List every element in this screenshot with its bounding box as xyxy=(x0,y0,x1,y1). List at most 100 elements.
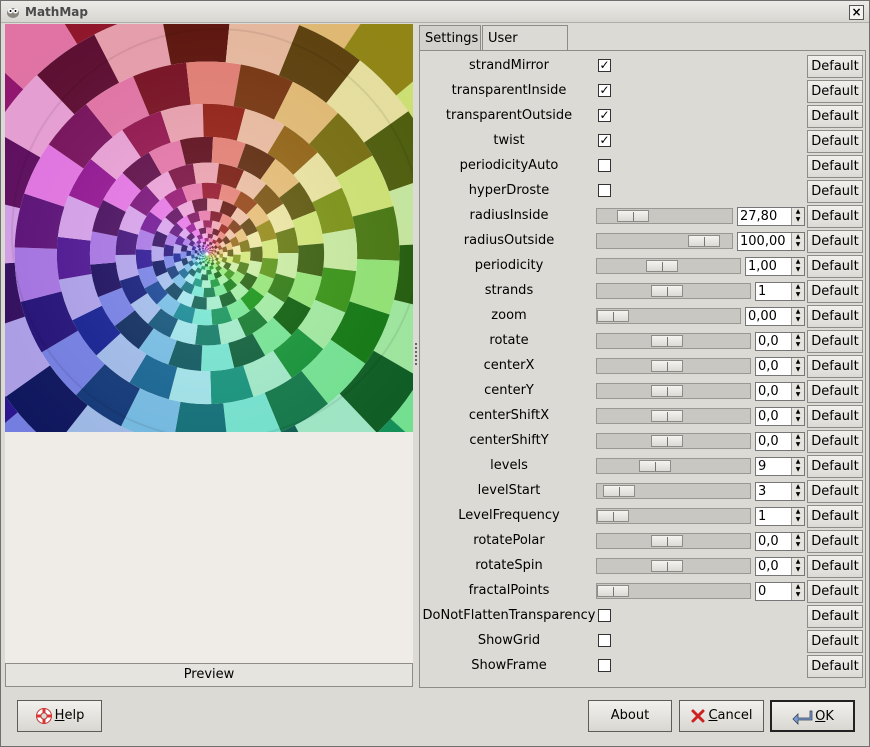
default-button[interactable]: Default xyxy=(807,480,863,503)
default-button[interactable]: Default xyxy=(807,280,863,303)
default-button[interactable]: Default xyxy=(807,555,863,578)
default-button[interactable]: Default xyxy=(807,405,863,428)
slider-thumb[interactable] xyxy=(651,360,683,372)
slider-thumb[interactable] xyxy=(597,310,629,322)
default-button[interactable]: Default xyxy=(807,205,863,228)
param-checkbox[interactable]: ✓ xyxy=(598,134,611,147)
slider-thumb[interactable] xyxy=(597,510,629,522)
param-spin-input[interactable]: 0,0 ▲ ▼ xyxy=(755,357,805,376)
default-button[interactable]: Default xyxy=(807,430,863,453)
slider-thumb[interactable] xyxy=(651,435,683,447)
param-slider[interactable] xyxy=(596,508,751,524)
slider-thumb[interactable] xyxy=(651,335,683,347)
param-slider[interactable] xyxy=(596,483,751,499)
param-slider[interactable] xyxy=(596,433,751,449)
default-button[interactable]: Default xyxy=(807,330,863,353)
param-spin-input[interactable]: 0,0 ▲ ▼ xyxy=(755,557,805,576)
param-slider[interactable] xyxy=(596,208,733,224)
slider-thumb[interactable] xyxy=(651,535,683,547)
param-checkbox[interactable] xyxy=(598,609,611,622)
param-slider[interactable] xyxy=(596,533,751,549)
param-checkbox[interactable] xyxy=(598,159,611,172)
default-button[interactable]: Default xyxy=(807,105,863,128)
param-spin-input[interactable]: 1,00 ▲ ▼ xyxy=(745,257,805,276)
slider-thumb[interactable] xyxy=(651,285,683,297)
param-slider[interactable] xyxy=(596,308,741,324)
spin-arrows-icon[interactable]: ▲ ▼ xyxy=(791,558,804,575)
ok-button[interactable]: OK xyxy=(770,700,855,732)
help-button[interactable]: Help xyxy=(17,700,102,732)
param-spin-input[interactable]: 9 ▲ ▼ xyxy=(755,457,805,476)
param-slider[interactable] xyxy=(596,383,751,399)
spin-arrows-icon[interactable]: ▲ ▼ xyxy=(791,258,804,275)
default-button[interactable]: Default xyxy=(807,255,863,278)
close-button[interactable]: × xyxy=(849,5,864,20)
spin-arrows-icon[interactable]: ▲ ▼ xyxy=(791,283,804,300)
slider-thumb[interactable] xyxy=(651,560,683,572)
param-spin-input[interactable]: 0,0 ▲ ▼ xyxy=(755,382,805,401)
default-button[interactable]: Default xyxy=(807,155,863,178)
spin-arrows-icon[interactable]: ▲ ▼ xyxy=(791,333,804,350)
param-slider[interactable] xyxy=(596,583,751,599)
default-button[interactable]: Default xyxy=(807,130,863,153)
default-button[interactable]: Default xyxy=(807,355,863,378)
default-button[interactable]: Default xyxy=(807,55,863,78)
param-spin-input[interactable]: 1 ▲ ▼ xyxy=(755,507,805,526)
param-spin-input[interactable]: 3 ▲ ▼ xyxy=(755,482,805,501)
param-slider[interactable] xyxy=(596,333,751,349)
spin-arrows-icon[interactable]: ▲ ▼ xyxy=(791,208,804,225)
spin-arrows-icon[interactable]: ▲ ▼ xyxy=(791,308,804,325)
spin-arrows-icon[interactable]: ▲ ▼ xyxy=(791,233,804,250)
default-button[interactable]: Default xyxy=(807,505,863,528)
param-slider[interactable] xyxy=(596,558,751,574)
spin-arrows-icon[interactable]: ▲ ▼ xyxy=(791,433,804,450)
spin-arrows-icon[interactable]: ▲ ▼ xyxy=(791,483,804,500)
default-button[interactable]: Default xyxy=(807,305,863,328)
param-checkbox[interactable]: ✓ xyxy=(598,59,611,72)
spin-arrows-icon[interactable]: ▲ ▼ xyxy=(791,533,804,550)
slider-thumb[interactable] xyxy=(639,460,671,472)
param-checkbox[interactable] xyxy=(598,634,611,647)
default-button[interactable]: Default xyxy=(807,530,863,553)
about-button[interactable]: About xyxy=(588,700,672,732)
param-slider[interactable] xyxy=(596,358,751,374)
param-spin-input[interactable]: 0,0 ▲ ▼ xyxy=(755,407,805,426)
slider-thumb[interactable] xyxy=(688,235,720,247)
param-spin-input[interactable]: 0,0 ▲ ▼ xyxy=(755,532,805,551)
default-button[interactable]: Default xyxy=(807,455,863,478)
slider-thumb[interactable] xyxy=(651,410,683,422)
default-button[interactable]: Default xyxy=(807,605,863,628)
default-button[interactable]: Default xyxy=(807,180,863,203)
default-button[interactable]: Default xyxy=(807,580,863,603)
param-spin-input[interactable]: 100,00 ▲ ▼ xyxy=(737,232,805,251)
default-button[interactable]: Default xyxy=(807,230,863,253)
tab-settings[interactable]: Settings xyxy=(419,25,481,51)
default-button[interactable]: Default xyxy=(807,380,863,403)
param-spin-input[interactable]: 1 ▲ ▼ xyxy=(755,282,805,301)
tab-user-values[interactable]: User Values xyxy=(482,25,568,71)
pane-splitter-handle[interactable] xyxy=(414,341,418,377)
spin-arrows-icon[interactable]: ▲ ▼ xyxy=(791,358,804,375)
param-spin-input[interactable]: 27,80 ▲ ▼ xyxy=(737,207,805,226)
slider-thumb[interactable] xyxy=(617,210,649,222)
slider-thumb[interactable] xyxy=(597,585,629,597)
param-spin-input[interactable]: 0,0 ▲ ▼ xyxy=(755,332,805,351)
spin-arrows-icon[interactable]: ▲ ▼ xyxy=(791,383,804,400)
preview-button[interactable]: Preview xyxy=(5,663,413,687)
param-slider[interactable] xyxy=(596,458,751,474)
param-checkbox[interactable]: ✓ xyxy=(598,84,611,97)
spin-arrows-icon[interactable]: ▲ ▼ xyxy=(791,583,804,600)
slider-thumb[interactable] xyxy=(651,385,683,397)
default-button[interactable]: Default xyxy=(807,80,863,103)
spin-arrows-icon[interactable]: ▲ ▼ xyxy=(791,458,804,475)
cancel-button[interactable]: Cancel xyxy=(679,700,764,732)
param-checkbox[interactable]: ✓ xyxy=(598,109,611,122)
spin-arrows-icon[interactable]: ▲ ▼ xyxy=(791,508,804,525)
param-spin-input[interactable]: 0,00 ▲ ▼ xyxy=(745,307,805,326)
param-checkbox[interactable] xyxy=(598,184,611,197)
default-button[interactable]: Default xyxy=(807,630,863,653)
param-slider[interactable] xyxy=(596,258,741,274)
param-spin-input[interactable]: 0 ▲ ▼ xyxy=(755,582,805,601)
param-slider[interactable] xyxy=(596,233,733,249)
param-checkbox[interactable] xyxy=(598,659,611,672)
